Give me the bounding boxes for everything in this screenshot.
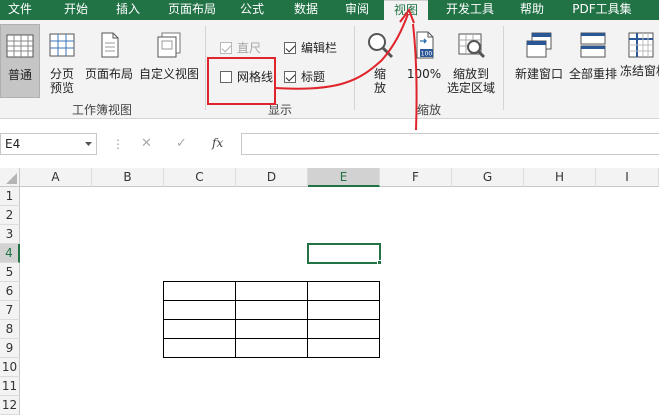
- magnifier-icon: [368, 33, 394, 59]
- row-header-9[interactable]: 9: [0, 339, 20, 358]
- column-header-b[interactable]: B: [92, 168, 164, 187]
- custom-views-label: 自定义视图: [138, 67, 199, 81]
- column-header-i[interactable]: I: [596, 168, 659, 187]
- column-header-f[interactable]: F: [380, 168, 452, 187]
- headings-checkbox[interactable]: 标题: [284, 69, 325, 85]
- new-window-button[interactable]: 新建窗口: [512, 24, 566, 98]
- ruler-label: 直尺: [237, 41, 262, 55]
- tab-file[interactable]: 文件: [0, 0, 40, 20]
- row-header-3[interactable]: 3: [0, 225, 20, 244]
- arrange-all-label: 全部重排: [568, 67, 617, 81]
- tab-formulas[interactable]: 公式: [232, 0, 272, 20]
- formula-bar-label: 编辑栏: [301, 41, 338, 55]
- normal-view-icon: [6, 34, 34, 58]
- page-layout-label: 页面布局: [84, 67, 133, 81]
- tab-pdf-tools[interactable]: PDF工具集: [563, 0, 641, 20]
- freeze-panes-icon: [628, 32, 654, 58]
- tab-home[interactable]: 开始: [52, 0, 100, 20]
- column-header-d[interactable]: D: [236, 168, 308, 187]
- tab-insert[interactable]: 插入: [108, 0, 148, 20]
- row-header-12[interactable]: 12: [0, 396, 20, 415]
- row-header-5[interactable]: 5: [0, 263, 20, 282]
- headings-label: 标题: [301, 70, 326, 84]
- tab-data[interactable]: 数据: [286, 0, 326, 20]
- page-break-preview-label-1: 分页: [49, 67, 74, 81]
- ruler-check-mark: [220, 42, 232, 54]
- page-break-preview-button[interactable]: 分页 预览: [44, 24, 80, 98]
- page-break-preview-icon: [49, 33, 75, 57]
- group-separator: [205, 26, 206, 110]
- normal-view-label: 普通: [7, 68, 32, 82]
- freeze-panes-label: 冻结窗格: [620, 64, 659, 78]
- select-all-corner[interactable]: [0, 168, 20, 187]
- zoom-button[interactable]: 缩 放: [362, 24, 398, 98]
- gridlines-checkbox[interactable]: 网格线: [220, 69, 273, 85]
- custom-views-icon: [157, 32, 181, 58]
- group-separator: [354, 26, 355, 110]
- row-header-4[interactable]: 4: [0, 244, 20, 263]
- row-header-2[interactable]: 2: [0, 206, 20, 225]
- group-separator: [503, 26, 504, 110]
- row-header-8[interactable]: 8: [0, 320, 20, 339]
- arrange-all-icon: [580, 32, 606, 58]
- ribbon-view: 普通 分页 预览 页面布局 自定义视图 工作簿视图 直尺 编辑栏 网格线 标题 …: [0, 20, 659, 119]
- gridlines-label: 网格线: [237, 70, 274, 84]
- row-header-7[interactable]: 7: [0, 301, 20, 320]
- page-break-preview-label-2: 预览: [49, 81, 74, 95]
- ribbon-tab-bar: 文件 开始 插入 页面布局 公式 数据 审阅 视图 开发工具 帮助 PDF工具集: [0, 0, 659, 20]
- insert-function-icon[interactable]: fx: [212, 135, 223, 151]
- normal-view-button[interactable]: 普通: [0, 24, 40, 98]
- row-header-6[interactable]: 6: [0, 282, 20, 301]
- column-header-g[interactable]: G: [452, 168, 524, 187]
- zoom-100-button[interactable]: 100 100%: [404, 24, 444, 98]
- zoom-100-icon-text: 100: [421, 51, 433, 58]
- row-header-11[interactable]: 11: [0, 377, 20, 396]
- tab-review[interactable]: 审阅: [337, 0, 377, 20]
- tab-help[interactable]: 帮助: [512, 0, 552, 20]
- row-header-10[interactable]: 10: [0, 358, 20, 377]
- zoom-label-1: 缩: [373, 67, 386, 81]
- tab-page-layout[interactable]: 页面布局: [158, 0, 226, 20]
- page-layout-view-button[interactable]: 页面布局: [84, 24, 134, 98]
- bordered-table[interactable]: [162, 280, 382, 360]
- workbook-views-group-label: 工作簿视图: [71, 103, 132, 117]
- freeze-panes-button[interactable]: 冻结窗格: [620, 24, 659, 98]
- column-header-e[interactable]: E: [308, 168, 380, 187]
- name-box-value: E4: [5, 137, 21, 151]
- arrange-all-button[interactable]: 全部重排: [568, 24, 618, 98]
- custom-views-button[interactable]: 自定义视图: [136, 24, 202, 98]
- chevron-down-icon[interactable]: [84, 141, 93, 147]
- zoom-to-selection-icon: [458, 33, 486, 59]
- row-header-1[interactable]: 1: [0, 187, 20, 206]
- fill-handle[interactable]: [377, 260, 382, 265]
- formula-bar-checkbox[interactable]: 编辑栏: [284, 40, 337, 56]
- column-header-a[interactable]: A: [20, 168, 92, 187]
- page-layout-icon: [101, 32, 119, 58]
- headings-check-mark: [284, 71, 296, 83]
- cancel-icon[interactable]: ✕: [141, 136, 152, 152]
- enter-icon[interactable]: ✓: [176, 136, 187, 152]
- zoom-to-selection-label-1: 缩放到: [452, 67, 489, 81]
- active-cell-e4[interactable]: [307, 243, 381, 264]
- ruler-checkbox[interactable]: 直尺: [220, 40, 261, 56]
- zoom-to-selection-label-2: 选定区域: [446, 81, 495, 95]
- formula-bar-check-mark: [284, 42, 296, 54]
- zoom-label-2: 放: [373, 81, 386, 95]
- new-window-label: 新建窗口: [514, 67, 563, 81]
- name-box[interactable]: E4: [0, 133, 97, 155]
- more-options-icon[interactable]: ⋮: [112, 136, 124, 152]
- zoom-100-icon: 100: [416, 31, 434, 59]
- formula-bar: E4 ⋮ ✕ ✓ fx: [0, 128, 659, 160]
- zoom-to-selection-button[interactable]: 缩放到 选定区域: [446, 24, 496, 98]
- zoom-100-label: 100%: [406, 67, 442, 81]
- tab-developer[interactable]: 开发工具: [440, 0, 500, 20]
- gridlines-check-mark: [220, 71, 232, 83]
- new-window-icon: [526, 32, 552, 58]
- zoom-group-label: 缩放: [416, 103, 441, 117]
- show-group-label: 显示: [267, 103, 292, 117]
- tab-view[interactable]: 视图: [384, 0, 428, 20]
- column-header-h[interactable]: H: [524, 168, 596, 187]
- formula-input[interactable]: [241, 133, 659, 155]
- column-header-c[interactable]: C: [164, 168, 236, 187]
